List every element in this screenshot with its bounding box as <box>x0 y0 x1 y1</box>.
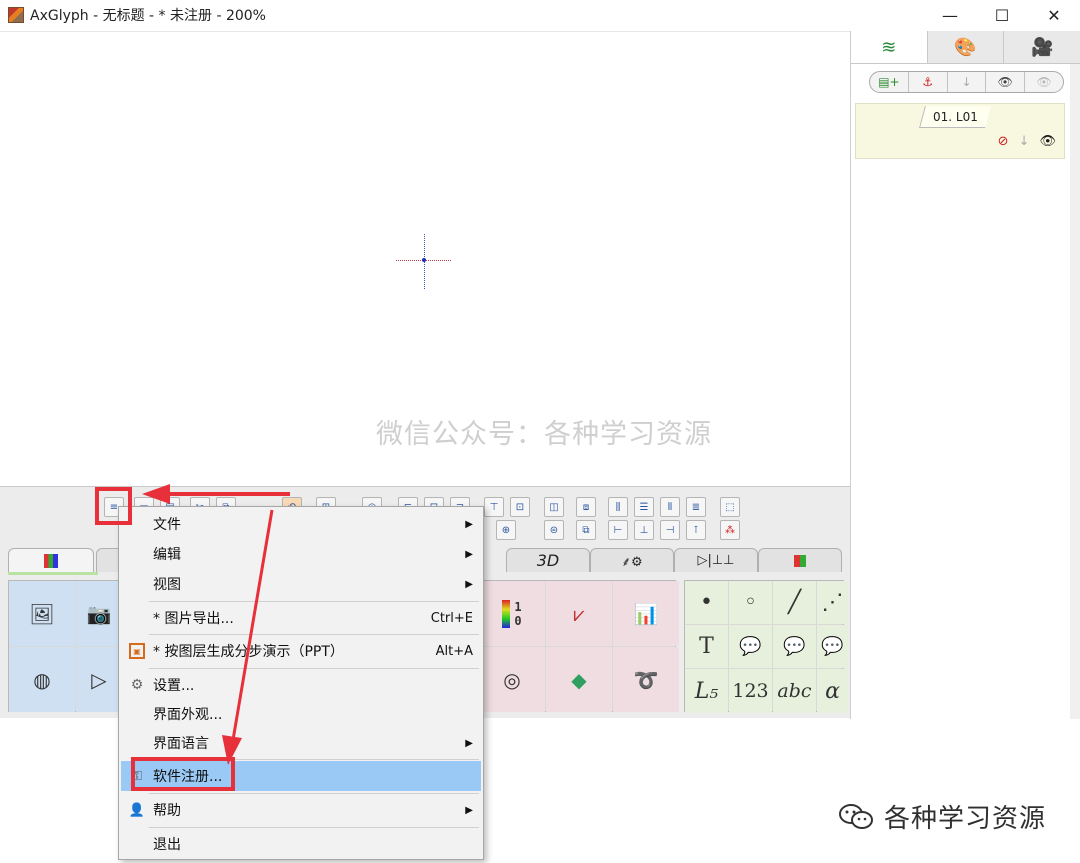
annotation-arrows <box>142 484 290 765</box>
watermark-text: 各种学习资源 <box>884 804 1047 834</box>
arrow-to-register-item <box>222 509 274 765</box>
wechat-watermark: 各种学习资源 <box>838 798 1046 835</box>
wechat-logo-icon <box>838 802 874 832</box>
arrow-to-menu-button <box>142 484 290 504</box>
